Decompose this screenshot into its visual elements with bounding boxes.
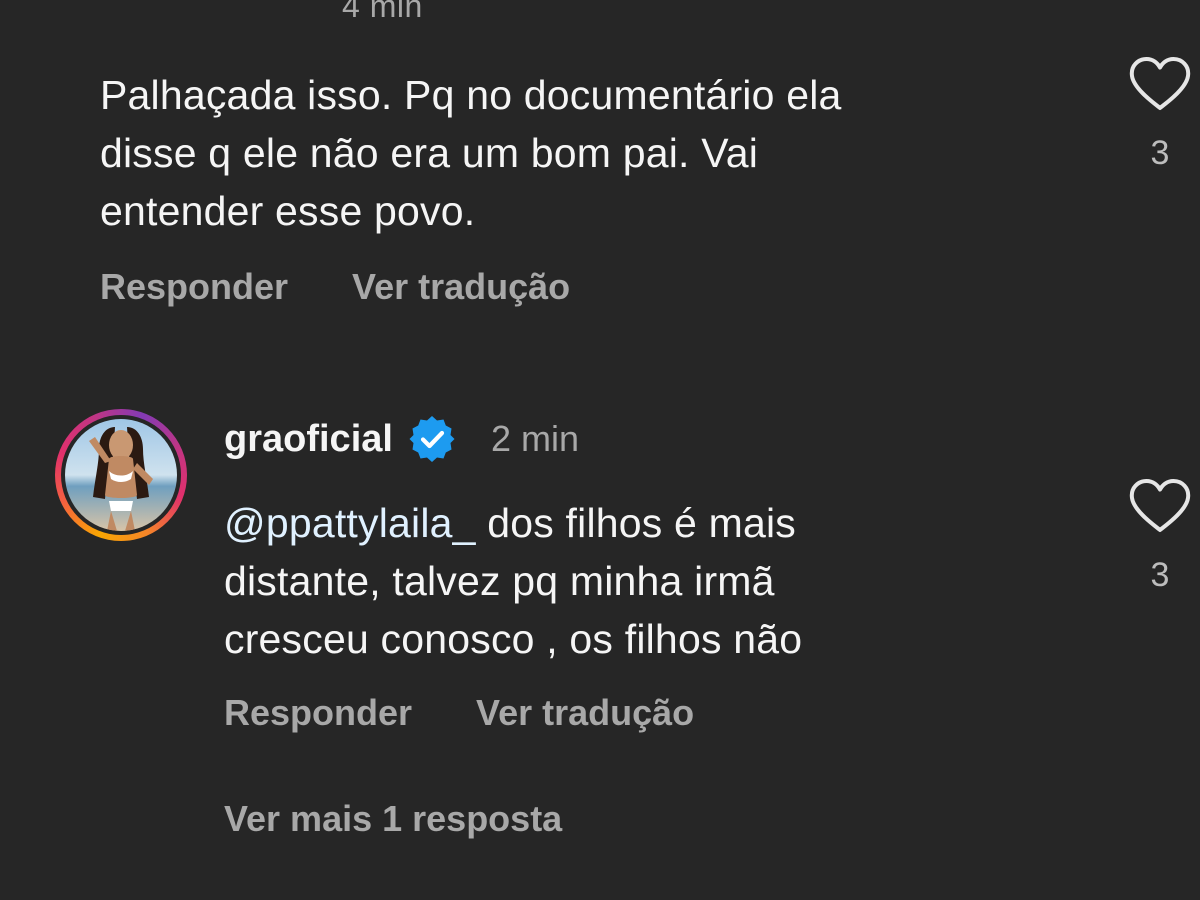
comment-2-time: 2 min [490, 418, 579, 459]
mention-link[interactable]: @ppattylaila_ [224, 500, 476, 546]
comment-2-like: 3 [1128, 478, 1192, 595]
comment-2-line-2: distante, talvez pq minha irmã [224, 558, 775, 604]
username[interactable]: graoficial [224, 418, 393, 461]
comment-2-line-1-text: dos filhos é mais [475, 500, 797, 546]
comment-1-line-1: Palhaçada isso. Pq no documentário ela [100, 72, 842, 118]
comment-2-line-3: cresceu conosco , os filhos não [224, 616, 803, 662]
comment-1-time: 4 min [342, 0, 423, 24]
comments-screen: 4 min Palhaçada isso. Pq no documentário… [0, 0, 1200, 900]
comment-1-line-2: disse q ele não era um bom pai. Vai [100, 130, 759, 176]
verified-badge-icon [409, 416, 455, 462]
heart-outline-icon[interactable] [1128, 56, 1192, 112]
comment-2-like-count: 3 [1150, 556, 1170, 594]
avatar-photo [65, 419, 177, 531]
comment-1-line-3: entender esse povo. [100, 188, 476, 234]
comment-2-translate-button[interactable]: Ver tradução [476, 692, 694, 734]
comment-2-actions: Responder Ver tradução [224, 692, 694, 734]
comment-2-header: graoficial 2 min [224, 414, 579, 464]
comment-1-like: 3 [1128, 56, 1192, 173]
comment-1-text: Palhaçada isso. Pq no documentário ela d… [100, 66, 1080, 240]
comment-1-translate-button[interactable]: Ver tradução [352, 266, 570, 308]
avatar[interactable] [55, 409, 187, 541]
comment-1-actions: Responder Ver tradução [100, 266, 570, 308]
comment-2-text: @ppattylaila_ dos filhos é mais distante… [224, 494, 1104, 668]
avatar-image [65, 419, 177, 531]
heart-outline-icon[interactable] [1128, 478, 1192, 534]
comment-1-reply-button[interactable]: Responder [100, 266, 288, 308]
comment-1-like-count: 3 [1150, 134, 1170, 172]
comment-2-reply-button[interactable]: Responder [224, 692, 412, 734]
comment-2-line-1: @ppattylaila_ dos filhos é mais [224, 494, 1104, 552]
view-more-replies-button[interactable]: Ver mais 1 resposta [224, 798, 562, 840]
